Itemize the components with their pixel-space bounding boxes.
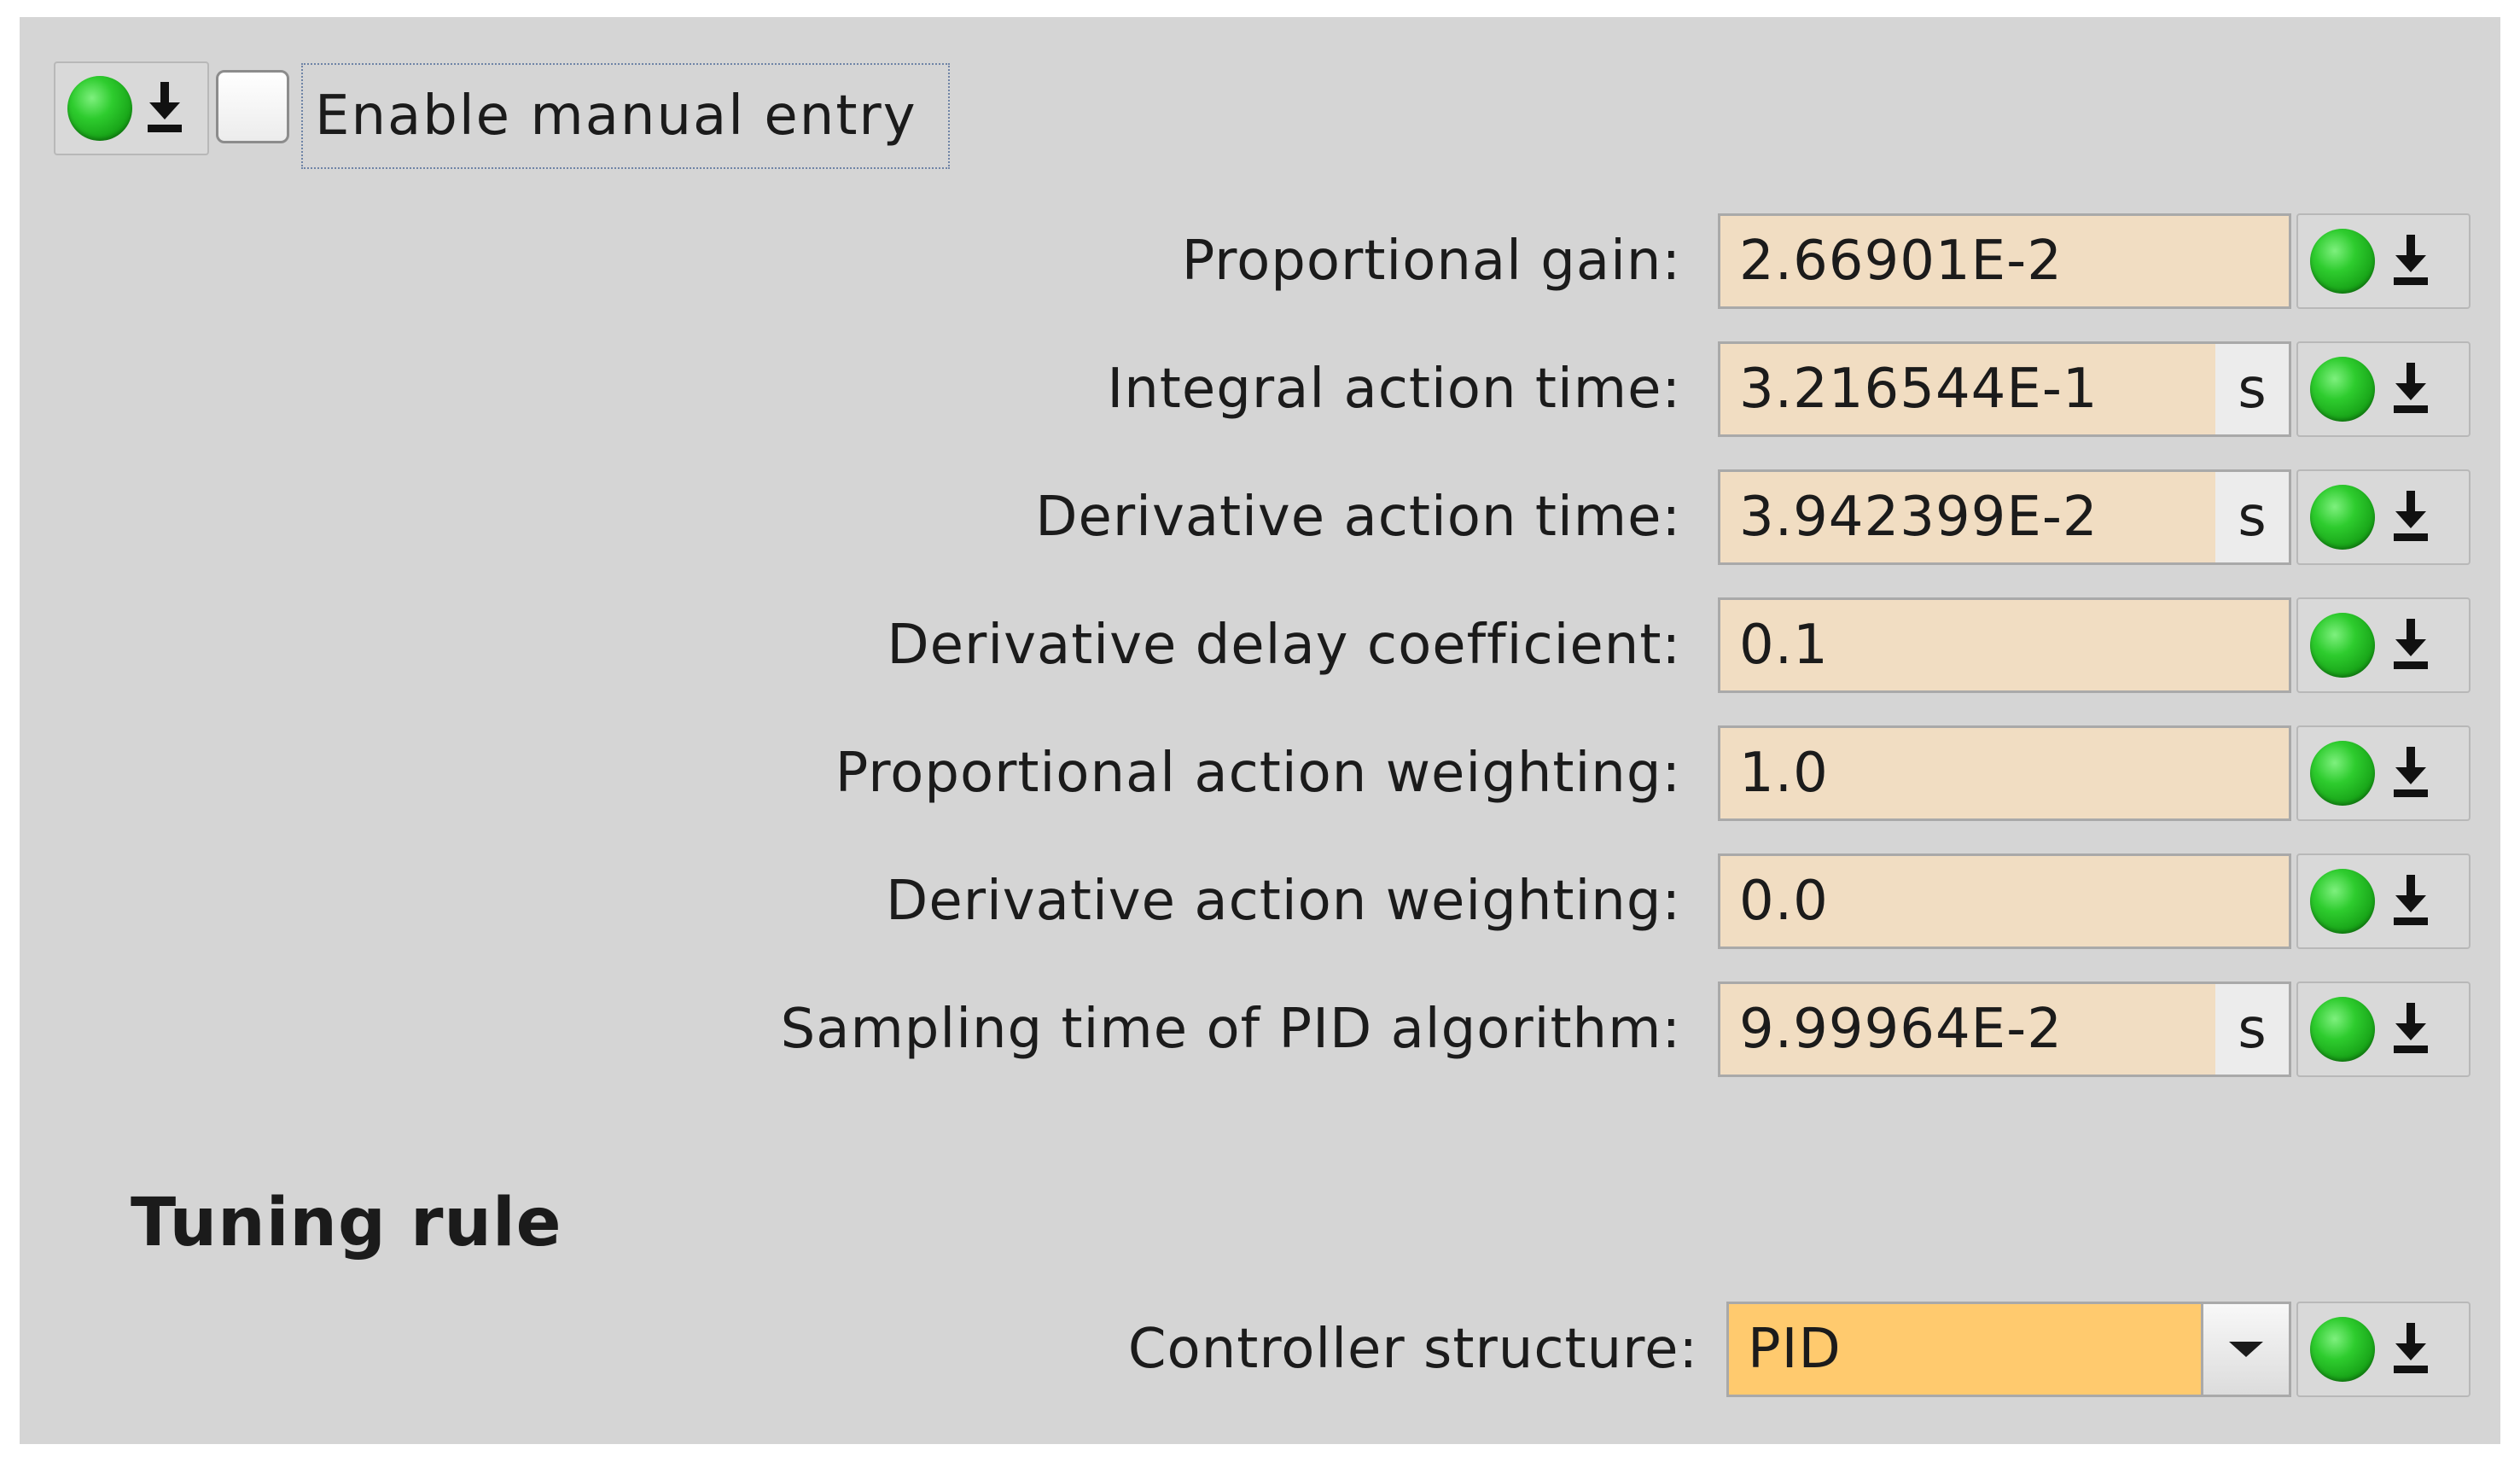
unit-label: s [2215,344,2289,434]
status-led-icon [2310,1317,2375,1382]
field-value: 1.0 [1739,742,1829,805]
param-label: Sampling time of PID algorithm: [780,998,1681,1061]
param-status-group [2296,725,2471,821]
param-row-proportional-action-weighting: Proportional action weighting: 1.0 [20,725,2500,821]
controller-structure-label: Controller structure: [1127,1318,1698,1381]
proportional-action-weighting-input[interactable]: 1.0 [1718,725,2291,821]
enable-manual-entry-label[interactable]: Enable manual entry [301,63,950,169]
unit-label: s [2215,984,2289,1075]
download-icon[interactable] [2385,356,2436,422]
unit-label: s [2215,472,2289,562]
status-led-icon [67,76,132,141]
param-label: Derivative action time: [1035,486,1681,549]
field-value: 3.942399E-2 [1739,486,2098,549]
derivative-action-weighting-input[interactable]: 0.0 [1718,853,2291,949]
field-value: 2.66901E-2 [1739,230,2063,293]
controller-structure-row: Controller structure: PID [20,1302,2500,1397]
integral-action-time-input[interactable]: 3.216544E-1 s [1718,341,2291,437]
param-label: Derivative delay coefficient: [887,614,1681,677]
derivative-action-time-input[interactable]: 3.942399E-2 s [1718,469,2291,565]
param-row-derivative-action-weighting: Derivative action weighting: 0.0 [20,853,2500,949]
param-row-derivative-delay-coefficient: Derivative delay coefficient: 0.1 [20,597,2500,693]
enable-manual-entry-text: Enable manual entry [315,84,917,148]
download-icon[interactable] [2385,1316,2436,1383]
download-icon[interactable] [2385,996,2436,1063]
select-value: PID [1729,1304,2201,1395]
status-led-icon [2310,997,2375,1062]
param-row-integral-action-time: Integral action time: 3.216544E-1 s [20,341,2500,437]
status-led-icon [2310,741,2375,806]
param-row-sampling-time: Sampling time of PID algorithm: 9.99964E… [20,981,2500,1077]
controller-structure-select[interactable]: PID [1726,1302,2291,1397]
tuning-rule-heading: Tuning rule [131,1185,562,1261]
param-status-group [2296,981,2471,1077]
enable-manual-entry-checkbox[interactable] [216,70,289,143]
derivative-delay-coefficient-input[interactable]: 0.1 [1718,597,2291,693]
download-icon[interactable] [2385,612,2436,679]
param-label: Derivative action weighting: [886,870,1681,933]
sampling-time-input[interactable]: 9.99964E-2 s [1718,981,2291,1077]
param-status-group [2296,853,2471,949]
download-icon[interactable] [139,75,190,142]
status-led-icon [2310,485,2375,550]
status-led-icon [2310,229,2375,294]
param-status-group [2296,341,2471,437]
param-label: Integral action time: [1107,358,1681,421]
download-icon[interactable] [2385,868,2436,935]
status-led-icon [2310,613,2375,678]
field-value: 0.1 [1739,614,1829,677]
field-value: 3.216544E-1 [1739,358,2098,421]
download-icon[interactable] [2385,484,2436,550]
status-led-icon [2310,357,2375,422]
field-value: 0.0 [1739,870,1829,933]
param-label: Proportional action weighting: [835,742,1681,805]
param-status-group [2296,469,2471,565]
pid-parameters-panel: Enable manual entry Proportional gain: 2… [20,17,2500,1444]
param-row-proportional-gain: Proportional gain: 2.66901E-2 [20,213,2500,309]
controller-structure-status-group [2296,1302,2471,1397]
param-status-group [2296,597,2471,693]
manual-entry-status-group [54,61,209,155]
proportional-gain-input[interactable]: 2.66901E-2 [1718,213,2291,309]
param-row-derivative-action-time: Derivative action time: 3.942399E-2 s [20,469,2500,565]
download-icon[interactable] [2385,228,2436,294]
status-led-icon [2310,869,2375,934]
chevron-down-icon[interactable] [2201,1304,2289,1395]
param-label: Proportional gain: [1181,230,1681,293]
param-status-group [2296,213,2471,309]
field-value: 9.99964E-2 [1739,998,2063,1061]
download-icon[interactable] [2385,740,2436,807]
